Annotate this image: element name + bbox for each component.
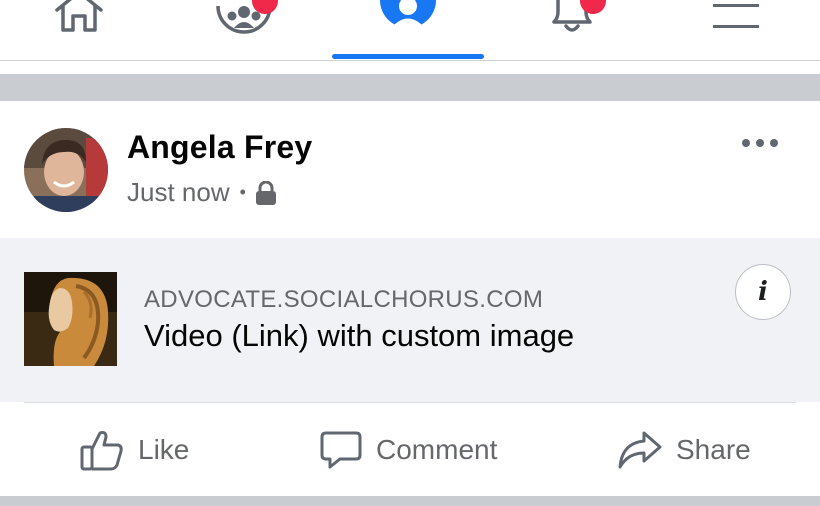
author-name[interactable]: Angela Frey — [127, 129, 312, 166]
lock-icon[interactable] — [255, 180, 277, 205]
link-title[interactable]: Video (Link) with custom image — [144, 318, 574, 354]
post-meta: Just now • — [127, 177, 277, 208]
comment-button[interactable]: Comment — [320, 425, 497, 475]
nav-menu[interactable] — [710, 0, 762, 60]
meta-separator: • — [239, 182, 246, 202]
profile-icon — [380, 0, 436, 32]
info-icon: i — [758, 277, 768, 307]
hamburger-menu-icon — [713, 4, 759, 28]
comment-label: Comment — [376, 434, 498, 465]
more-dot-icon — [770, 139, 778, 147]
post-options-button[interactable] — [742, 139, 782, 151]
more-dot-icon — [742, 139, 750, 147]
more-dot-icon — [756, 139, 764, 147]
info-button[interactable]: i — [735, 264, 791, 320]
like-button[interactable]: Like — [80, 425, 189, 475]
share-icon — [618, 431, 662, 469]
link-thumbnail[interactable] — [24, 272, 117, 366]
nav-notifications[interactable] — [540, 0, 606, 60]
link-preview-card[interactable]: ADVOCATE.SOCIALCHORUS.COM Video (Link) w… — [0, 238, 820, 402]
nav-home[interactable] — [48, 0, 110, 60]
active-tab-indicator — [332, 54, 484, 59]
share-button[interactable]: Share — [618, 425, 751, 475]
nav-groups[interactable] — [212, 0, 278, 60]
feed-separator — [0, 74, 820, 101]
home-icon — [55, 0, 103, 32]
thumbs-up-icon — [80, 431, 123, 471]
top-navigation-bar — [0, 0, 820, 61]
actions-divider — [24, 402, 796, 403]
share-label: Share — [676, 434, 751, 465]
comment-icon — [320, 431, 362, 469]
nav-profile[interactable] — [376, 0, 440, 60]
post-timestamp[interactable]: Just now — [127, 177, 230, 208]
feed-post: Angela Frey Just now • ADVOCATE.SOCIALCH… — [0, 101, 820, 496]
like-label: Like — [138, 434, 190, 465]
feed-separator-bottom — [0, 496, 820, 506]
link-domain: ADVOCATE.SOCIALCHORUS.COM — [144, 286, 544, 313]
author-avatar[interactable] — [24, 128, 108, 212]
